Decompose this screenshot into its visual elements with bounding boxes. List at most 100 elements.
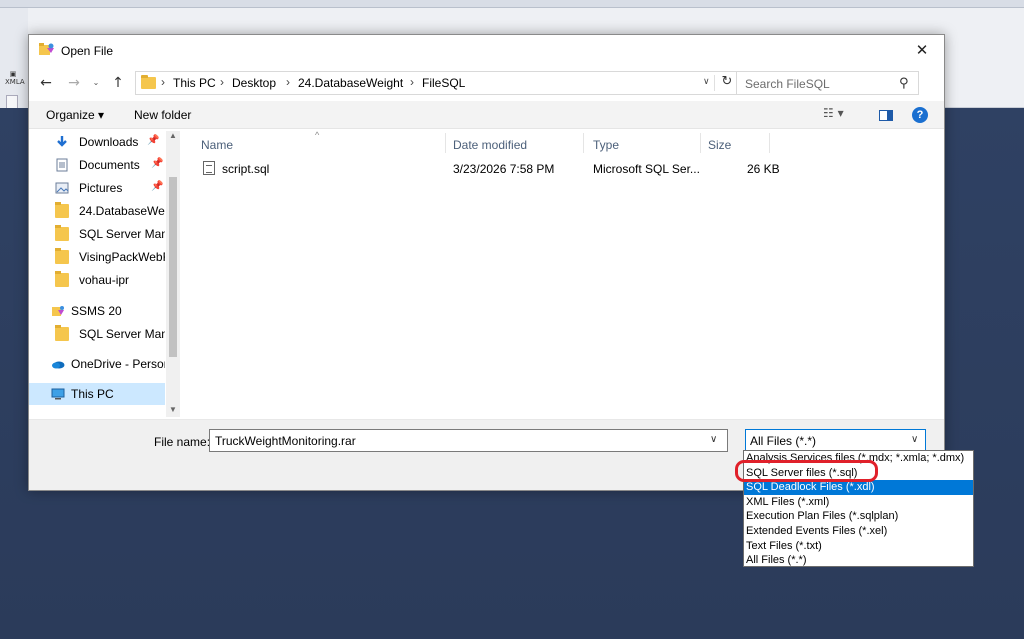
dialog-toolbar: Organize ▾ New folder ☷ ▾ ? bbox=[29, 101, 944, 129]
sql-file-icon bbox=[203, 161, 215, 175]
column-date-modified[interactable]: Date modified bbox=[453, 138, 527, 152]
navigation-pane: Downloads 📌 Documents 📌 Pictures 📌 24.Da… bbox=[29, 131, 180, 417]
this-pc-icon bbox=[51, 388, 65, 400]
column-name[interactable]: Name bbox=[201, 138, 233, 152]
breadcrumb-filesql[interactable]: FileSQL bbox=[422, 76, 465, 90]
nav-item-this-pc[interactable]: This PC bbox=[29, 383, 165, 405]
file-date: 3/23/2026 7:58 PM bbox=[453, 162, 555, 176]
ssms-icon bbox=[39, 43, 54, 55]
recent-locations-button[interactable]: ⌄ bbox=[89, 71, 103, 95]
search-placeholder: Search FileSQL bbox=[745, 77, 830, 91]
filetype-option-extended-events[interactable]: Extended Events Files (*.xel) bbox=[744, 524, 973, 539]
filetype-option-sql-deadlock[interactable]: SQL Deadlock Files (*.xdl) bbox=[744, 480, 973, 495]
refresh-icon[interactable]: ↻ bbox=[719, 74, 735, 92]
scroll-thumb[interactable] bbox=[169, 177, 177, 357]
scroll-up-icon[interactable]: ▲ bbox=[168, 131, 178, 140]
scroll-down-icon[interactable]: ▼ bbox=[168, 405, 178, 414]
folder-icon bbox=[55, 271, 69, 287]
folder-icon bbox=[55, 202, 69, 218]
filetype-option-xml[interactable]: XML Files (*.xml) bbox=[744, 495, 973, 510]
open-file-dialog: Open File ✕ ← → ⌄ ↑ › This PC › Desktop … bbox=[28, 34, 945, 491]
doc-icon[interactable] bbox=[6, 95, 18, 109]
column-divider[interactable] bbox=[445, 133, 446, 153]
breadcrumb-separator: › bbox=[161, 75, 165, 89]
filename-input[interactable]: TruckWeightMonitoring.rar ∨ bbox=[209, 429, 728, 452]
organize-button[interactable]: Organize ▾ bbox=[46, 108, 104, 122]
nav-item-label: VisingPackWebRelease bbox=[79, 250, 165, 264]
filetype-option-text[interactable]: Text Files (*.txt) bbox=[744, 539, 973, 554]
nav-item-downloads[interactable]: Downloads 📌 bbox=[29, 131, 165, 153]
file-type: Microsoft SQL Ser... bbox=[593, 162, 700, 176]
dialog-title: Open File bbox=[61, 44, 114, 58]
ssms-icon bbox=[52, 306, 64, 316]
filename-label: File name: bbox=[154, 435, 211, 449]
nav-item-label: Pictures bbox=[79, 181, 123, 195]
nav-item-sql-server-management-studio[interactable]: SQL Server Management Studio bbox=[29, 223, 165, 245]
up-button[interactable]: ↑ bbox=[109, 71, 127, 95]
nav-item-onedrive[interactable]: OneDrive - Personal bbox=[29, 353, 165, 375]
close-button[interactable]: ✕ bbox=[909, 39, 935, 61]
nav-item-label: This PC bbox=[71, 387, 114, 401]
nav-pane-scrollbar[interactable]: ▲ ▼ bbox=[166, 131, 180, 417]
nav-item-pictures[interactable]: Pictures 📌 bbox=[29, 177, 165, 199]
column-divider[interactable] bbox=[700, 133, 701, 153]
address-divider bbox=[714, 75, 715, 91]
folder-icon bbox=[55, 325, 69, 341]
nav-item-24-databaseweight[interactable]: 24.DatabaseWeight bbox=[29, 200, 165, 222]
search-input[interactable]: Search FileSQL ⚲ bbox=[736, 71, 919, 95]
help-icon[interactable]: ? bbox=[912, 107, 928, 123]
chevron-down-icon[interactable]: ∨ bbox=[710, 434, 717, 445]
filetype-select[interactable]: All Files (*.*) ∨ bbox=[745, 429, 926, 452]
onedrive-icon bbox=[52, 361, 65, 369]
nav-item-label: 24.DatabaseWeight bbox=[79, 204, 165, 218]
column-divider[interactable] bbox=[583, 133, 584, 153]
app-menu-strip bbox=[0, 0, 1024, 8]
folder-icon bbox=[141, 75, 156, 89]
pin-icon: 📌 bbox=[151, 181, 164, 192]
filetype-option-all-files[interactable]: All Files (*.*) bbox=[744, 553, 973, 568]
nav-item-label: SQL Server Management Studio bbox=[79, 327, 165, 341]
pictures-icon bbox=[55, 182, 69, 194]
filetype-option-execution-plan[interactable]: Execution Plan Files (*.sqlplan) bbox=[744, 509, 973, 524]
nav-item-documents[interactable]: Documents 📌 bbox=[29, 154, 165, 176]
file-size: 26 KB bbox=[747, 162, 780, 176]
dialog-titlebar[interactable]: Open File ✕ bbox=[29, 35, 944, 65]
pin-icon: 📌 bbox=[151, 158, 164, 169]
search-icon: ⚲ bbox=[899, 76, 909, 91]
filename-value: TruckWeightMonitoring.rar bbox=[215, 434, 356, 448]
back-button[interactable]: ← bbox=[37, 71, 55, 95]
change-view-button[interactable]: ☷ ▾ bbox=[823, 106, 844, 120]
folder-icon bbox=[55, 225, 69, 241]
nav-item-label: SSMS 20 bbox=[71, 304, 122, 318]
nav-item-ssms-20[interactable]: SSMS 20 bbox=[29, 300, 165, 322]
nav-item-vohau-ipr[interactable]: vohau-ipr bbox=[29, 269, 165, 291]
breadcrumb-separator: › bbox=[220, 75, 224, 89]
xmla-icon[interactable]: ▣ XMLA bbox=[5, 70, 25, 86]
nav-item-label: Downloads bbox=[79, 135, 139, 149]
address-bar[interactable]: › This PC › Desktop › 24.DatabaseWeight … bbox=[135, 71, 757, 95]
file-list: Name ^ Date modified Type Size script.sq… bbox=[189, 130, 944, 417]
breadcrumb-separator: › bbox=[286, 75, 290, 89]
app-left-strip: ▣ XMLA bbox=[0, 8, 28, 109]
nav-item-label: SQL Server Management Studio bbox=[79, 227, 165, 241]
close-icon: ✕ bbox=[915, 41, 929, 59]
chevron-down-icon[interactable]: ∨ bbox=[703, 76, 710, 87]
breadcrumb-this-pc[interactable]: This PC bbox=[173, 76, 216, 90]
sort-up-icon: ^ bbox=[315, 130, 320, 140]
nav-item-label: vohau-ipr bbox=[79, 273, 130, 287]
documents-icon bbox=[56, 158, 68, 172]
new-folder-button[interactable]: New folder bbox=[134, 108, 191, 122]
file-name: script.sql bbox=[222, 162, 270, 176]
nav-item-visingpackwebrelease[interactable]: VisingPackWebRelease bbox=[29, 246, 165, 268]
download-icon bbox=[57, 136, 67, 147]
filetype-value: All Files (*.*) bbox=[750, 434, 817, 448]
nav-item-sql-server-management-studio-2[interactable]: SQL Server Management Studio bbox=[29, 323, 165, 345]
preview-pane-icon[interactable] bbox=[879, 110, 893, 121]
breadcrumb-24-databaseweight[interactable]: 24.DatabaseWeight bbox=[298, 76, 403, 90]
column-divider[interactable] bbox=[769, 133, 770, 153]
file-row[interactable]: script.sql 3/23/2026 7:58 PM Microsoft S… bbox=[197, 159, 780, 179]
column-type[interactable]: Type bbox=[593, 138, 619, 152]
column-size[interactable]: Size bbox=[708, 138, 731, 152]
breadcrumb-desktop[interactable]: Desktop bbox=[232, 76, 276, 90]
forward-button[interactable]: → bbox=[65, 71, 83, 95]
